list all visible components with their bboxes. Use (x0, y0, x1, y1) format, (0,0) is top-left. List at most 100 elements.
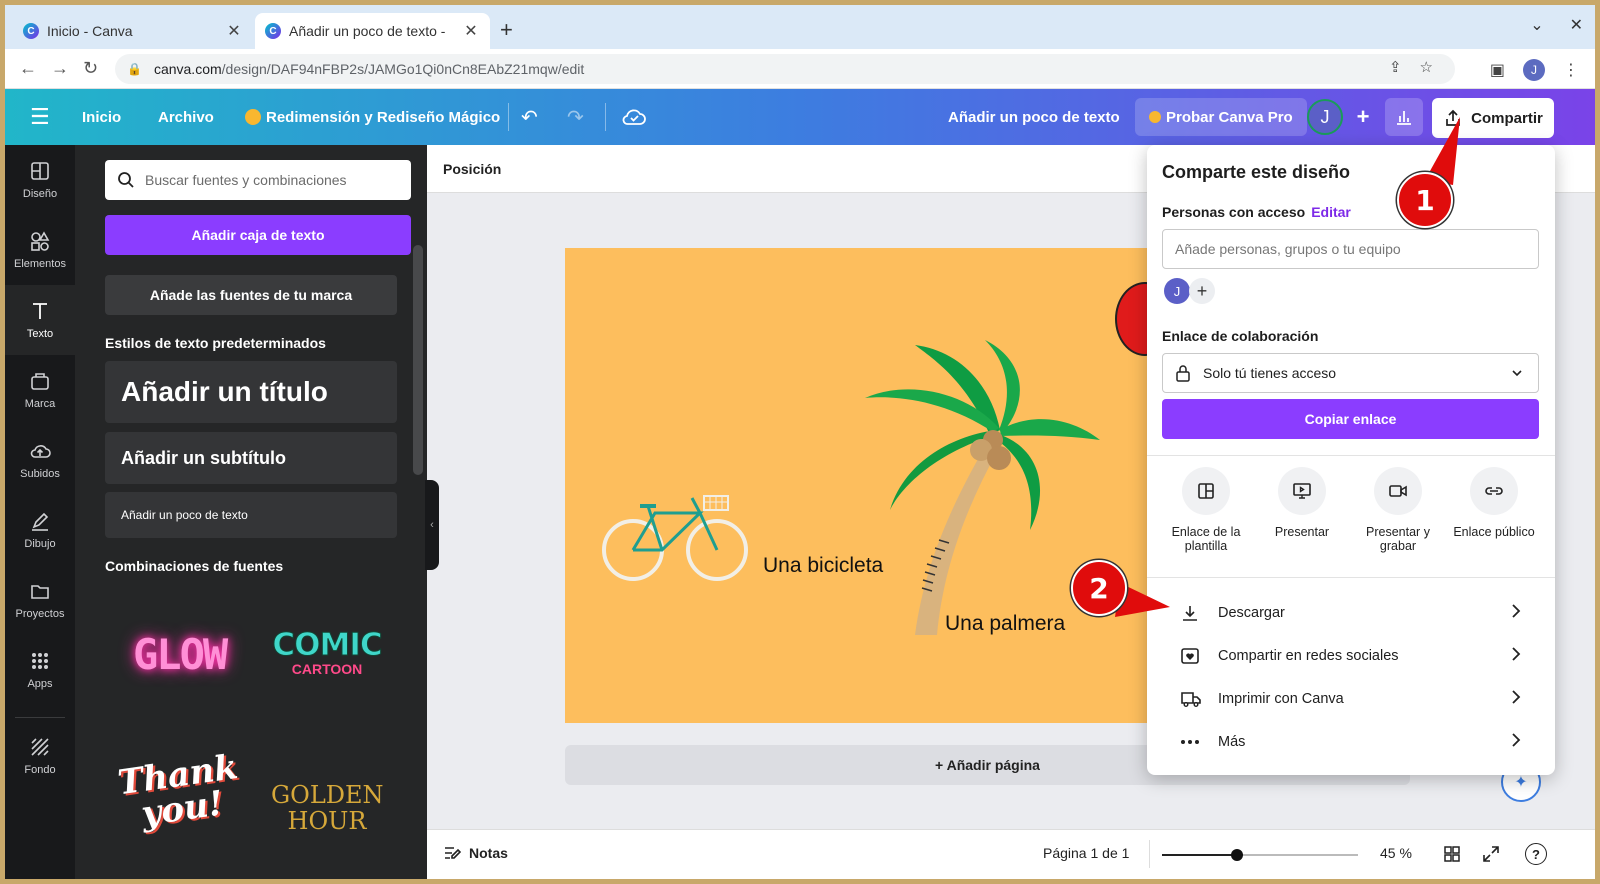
rail-item-draw[interactable]: Dibujo (5, 495, 75, 565)
option-present[interactable]: Presentar (1252, 467, 1352, 539)
tab-search-chevron-icon[interactable]: ⌄ (1530, 15, 1543, 35)
heart-social-icon (1180, 646, 1210, 666)
rail-item-design[interactable]: Diseño (5, 145, 75, 215)
address-row: ← → ↻ 🔒 canva.com/design/DAF94nFBP2s/JAM… (5, 49, 1595, 89)
reload-icon[interactable]: ↻ (83, 58, 98, 79)
bookmark-star-icon[interactable]: ☆ (1420, 58, 1433, 76)
zoom-slider-handle[interactable] (1230, 849, 1243, 861)
bottom-divider (1149, 840, 1150, 868)
option-template-link[interactable]: Enlace de la plantilla (1156, 467, 1256, 553)
header-divider (508, 103, 509, 131)
profile-avatar[interactable]: J (1523, 59, 1545, 81)
row-download[interactable]: Descargar (1162, 593, 1539, 633)
option-label: Presentar y grabar (1366, 525, 1430, 553)
new-tab-icon[interactable]: + (500, 17, 513, 43)
share-url-icon[interactable]: ⇪ (1389, 58, 1402, 76)
font-card-thankyou[interactable]: Thank you! (115, 747, 244, 837)
add-subtitle-style[interactable]: Añadir un subtítulo (105, 432, 397, 484)
add-people-placeholder: Añade personas, grupos o tu equipo (1175, 241, 1401, 257)
back-icon[interactable]: ← (19, 58, 37, 79)
share-popup: Comparte este diseño Personas con acceso… (1147, 145, 1555, 775)
lock-icon: 🔒 (127, 62, 142, 76)
rail-item-apps[interactable]: Apps (5, 635, 75, 705)
position-button[interactable]: Posición (443, 161, 501, 177)
font-card-glow[interactable]: GLOW (133, 630, 228, 679)
design-page[interactable]: Una bicicleta Una palmera (565, 248, 1155, 723)
window-close-icon[interactable]: ✕ (1570, 15, 1583, 35)
rail-label: Dibujo (24, 538, 56, 550)
rail-label: Apps (27, 678, 53, 690)
collapse-panel-handle[interactable]: ‹ (425, 480, 439, 570)
row-print[interactable]: Imprimir con Canva (1162, 679, 1539, 719)
download-icon (1180, 603, 1210, 623)
magic-resize-button[interactable]: Redimensión y Rediseño Mágico (245, 89, 500, 145)
add-body-style[interactable]: Añadir un poco de texto (105, 492, 397, 538)
font-search-input[interactable]: Buscar fuentes y combinaciones (105, 160, 411, 200)
undo-icon[interactable]: ↶ (521, 89, 538, 145)
redo-icon[interactable]: ↷ (567, 89, 584, 145)
rail-item-projects[interactable]: Proyectos (5, 565, 75, 635)
side-panel-icon[interactable]: ▣ (1490, 60, 1505, 80)
rail-item-text[interactable]: Texto (5, 285, 75, 355)
try-pro-button[interactable]: Probar Canva Pro (1135, 98, 1307, 136)
copy-link-button[interactable]: Copiar enlace (1162, 399, 1539, 439)
add-textbox-button[interactable]: Añadir caja de texto (105, 215, 411, 255)
crown-icon (245, 109, 261, 125)
collaborator-avatar[interactable]: J (1164, 278, 1190, 304)
font-card-comic[interactable]: COMIC CARTOON (271, 627, 383, 678)
access-dropdown[interactable]: Solo tú tienes acceso (1162, 353, 1539, 393)
layout-icon (31, 162, 49, 180)
forward-icon[interactable]: → (51, 58, 69, 79)
help-icon[interactable]: ? (1525, 843, 1547, 865)
option-public-link[interactable]: Enlace público (1444, 467, 1544, 539)
cloud-saved-icon[interactable] (622, 89, 646, 145)
tab-active-design[interactable]: C Añadir un poco de texto - ✕ (255, 13, 490, 49)
add-title-style[interactable]: Añadir un título (105, 361, 397, 423)
access-value: Solo tú tienes acceso (1203, 365, 1337, 381)
notes-icon (445, 847, 461, 859)
tab-inicio[interactable]: C Inicio - Canva ✕ (13, 13, 253, 49)
rail-item-uploads[interactable]: Subidos (5, 425, 75, 495)
brand-icon (31, 373, 49, 390)
row-label: Compartir en redes sociales (1218, 648, 1399, 664)
invite-plus-icon[interactable]: + (1346, 99, 1380, 135)
edit-access-link[interactable]: Editar (1311, 204, 1351, 220)
panel-scrollbar[interactable] (413, 245, 423, 475)
row-more[interactable]: Más (1162, 722, 1539, 762)
link-icon (1470, 467, 1518, 515)
home-link[interactable]: Inicio (82, 89, 121, 145)
shapes-icon (31, 231, 50, 251)
zoom-value[interactable]: 45 % (1380, 845, 1412, 861)
chevron-right-icon (1511, 732, 1521, 752)
close-tab-icon[interactable]: ✕ (462, 21, 480, 41)
file-menu[interactable]: Archivo (158, 89, 214, 145)
user-avatar[interactable]: J (1307, 99, 1343, 135)
font-card-golden-hour[interactable]: GOLDEN HOUR (271, 781, 384, 835)
brand-fonts-button[interactable]: Añade las fuentes de tu marca (105, 275, 397, 315)
rail-item-elements[interactable]: Elementos (5, 215, 75, 285)
insights-chart-icon[interactable] (1385, 98, 1423, 136)
present-icon (1278, 467, 1326, 515)
bicycle-illustration[interactable] (600, 488, 750, 583)
add-people-input[interactable]: Añade personas, grupos o tu equipo (1162, 229, 1539, 269)
add-collaborator-icon[interactable]: + (1189, 278, 1215, 304)
fullscreen-icon[interactable] (1482, 845, 1500, 866)
rail-item-brand[interactable]: Marca (5, 355, 75, 425)
option-present-record[interactable]: Presentar y grabar (1348, 467, 1448, 553)
crown-icon (1149, 111, 1161, 123)
rail-item-background[interactable]: Fondo (5, 721, 75, 791)
close-tab-icon[interactable]: ✕ (225, 21, 243, 41)
caption-palm[interactable]: Una palmera (945, 612, 1065, 636)
option-label: Presentar (1274, 525, 1330, 539)
share-button[interactable]: Compartir (1432, 98, 1554, 138)
rail-label: Texto (26, 328, 54, 340)
document-title[interactable]: Añadir un poco de texto (948, 89, 1120, 145)
url-bar[interactable]: 🔒 canva.com/design/DAF94nFBP2s/JAMGo1Qi0… (115, 54, 1455, 84)
notes-button[interactable]: Notas (443, 845, 508, 861)
palm-tree-illustration[interactable] (865, 340, 1105, 640)
browser-menu-icon[interactable]: ⋮ (1563, 60, 1579, 80)
hamburger-menu-icon[interactable]: ☰ (30, 89, 50, 145)
grid-view-icon[interactable] (1443, 845, 1461, 866)
row-label: Imprimir con Canva (1218, 691, 1344, 707)
row-social[interactable]: Compartir en redes sociales (1162, 636, 1539, 676)
